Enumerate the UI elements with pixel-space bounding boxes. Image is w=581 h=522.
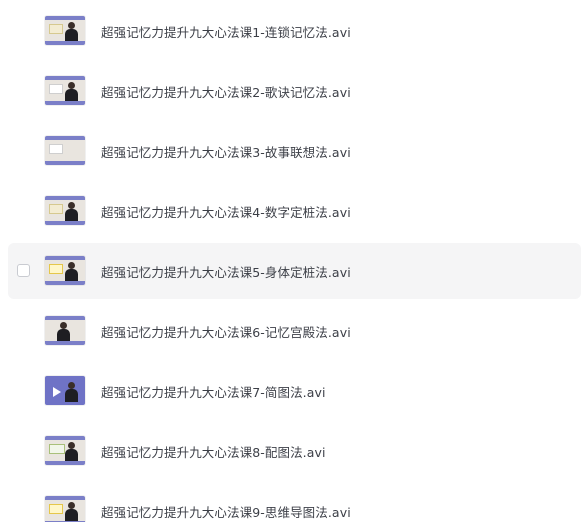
video-thumbnail[interactable] bbox=[45, 196, 85, 225]
file-row[interactable]: 超强记忆力提升九大心法课2-歌诀记忆法.avi bbox=[8, 63, 581, 119]
file-name[interactable]: 超强记忆力提升九大心法课7-简图法.avi bbox=[101, 382, 326, 401]
file-row[interactable]: 超强记忆力提升九大心法课9-思维导图法.avi bbox=[8, 483, 581, 522]
file-name[interactable]: 超强记忆力提升九大心法课9-思维导图法.avi bbox=[101, 502, 351, 521]
video-thumbnail[interactable] bbox=[45, 76, 85, 105]
file-row[interactable]: 超强记忆力提升九大心法课5-身体定桩法.avi bbox=[8, 243, 581, 299]
file-row[interactable]: 超强记忆力提升九大心法课7-简图法.avi bbox=[8, 363, 581, 419]
file-name[interactable]: 超强记忆力提升九大心法课8-配图法.avi bbox=[101, 442, 326, 461]
file-name[interactable]: 超强记忆力提升九大心法课5-身体定桩法.avi bbox=[101, 262, 351, 281]
video-thumbnail[interactable] bbox=[45, 436, 85, 465]
file-row[interactable]: 超强记忆力提升九大心法课8-配图法.avi bbox=[8, 423, 581, 479]
file-row[interactable]: 超强记忆力提升九大心法课4-数字定桩法.avi bbox=[8, 183, 581, 239]
video-thumbnail[interactable] bbox=[45, 316, 85, 345]
file-name[interactable]: 超强记忆力提升九大心法课2-歌诀记忆法.avi bbox=[101, 82, 351, 101]
file-name[interactable]: 超强记忆力提升九大心法课4-数字定桩法.avi bbox=[101, 202, 351, 221]
file-name[interactable]: 超强记忆力提升九大心法课6-记忆宫殿法.avi bbox=[101, 322, 351, 341]
video-thumbnail[interactable] bbox=[45, 16, 85, 45]
file-list: 超强记忆力提升九大心法课1-连锁记忆法.avi 超强记忆力提升九大心法课2-歌诀… bbox=[0, 0, 581, 522]
video-thumbnail[interactable] bbox=[45, 256, 85, 285]
file-row[interactable]: 超强记忆力提升九大心法课1-连锁记忆法.avi bbox=[8, 3, 581, 59]
video-thumbnail[interactable] bbox=[45, 136, 85, 165]
select-checkbox[interactable] bbox=[17, 264, 30, 277]
file-row[interactable]: 超强记忆力提升九大心法课6-记忆宫殿法.avi bbox=[8, 303, 581, 359]
file-name[interactable]: 超强记忆力提升九大心法课3-故事联想法.avi bbox=[101, 142, 351, 161]
video-thumbnail[interactable] bbox=[45, 376, 85, 405]
file-name[interactable]: 超强记忆力提升九大心法课1-连锁记忆法.avi bbox=[101, 22, 351, 41]
file-row[interactable]: 超强记忆力提升九大心法课3-故事联想法.avi bbox=[8, 123, 581, 179]
video-thumbnail[interactable] bbox=[45, 496, 85, 522]
